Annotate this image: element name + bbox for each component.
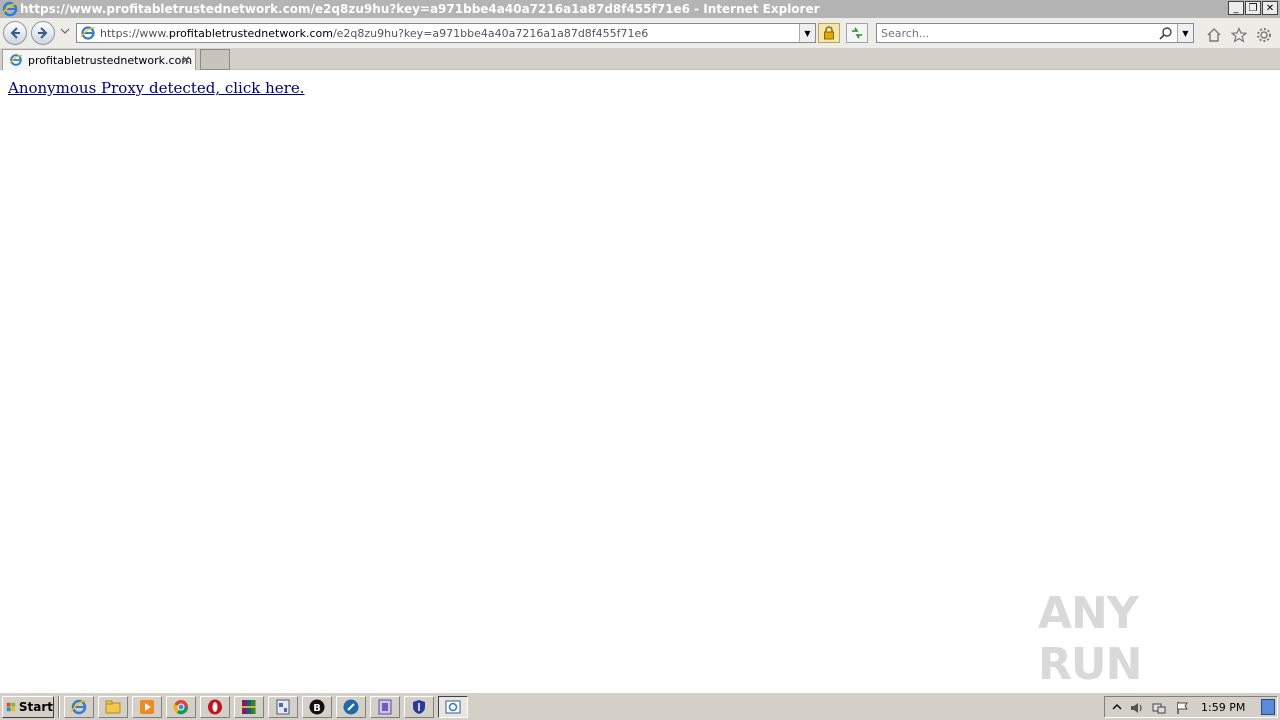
internet-explorer-tab-icon xyxy=(9,54,23,66)
taskbar-ie-window[interactable] xyxy=(438,696,468,718)
proxy-detected-link[interactable]: Anonymous Proxy detected, click here. xyxy=(8,79,304,97)
app-doc-icon xyxy=(378,699,392,715)
address-dropdown-button[interactable]: ▼ xyxy=(799,24,815,42)
taskbar-app-shield[interactable] xyxy=(404,696,434,718)
taskbar-app-1[interactable] xyxy=(268,696,298,718)
action-center-flag-icon[interactable] xyxy=(1175,700,1191,716)
search-box[interactable]: ▼ xyxy=(876,23,1194,43)
settings-gear-icon[interactable] xyxy=(1256,27,1272,43)
search-input[interactable] xyxy=(881,26,1151,40)
security-lock-button[interactable] xyxy=(818,23,840,43)
anyrun-watermark: ANY RUN xyxy=(1038,588,1233,690)
windows-flag-icon xyxy=(6,702,16,712)
internet-explorer-icon xyxy=(2,1,18,17)
taskbar-app-doc[interactable] xyxy=(370,696,400,718)
address-url: https://www.profitabletrustednetwork.com… xyxy=(100,27,648,40)
close-button[interactable]: ✕ xyxy=(1262,1,1278,15)
search-dropdown-button[interactable]: ▼ xyxy=(1177,24,1193,42)
back-arrow-icon xyxy=(10,27,20,39)
show-desktop-button[interactable] xyxy=(1261,699,1275,715)
folder-icon xyxy=(105,700,121,714)
forward-button[interactable] xyxy=(31,21,55,45)
url-domain: profitabletrustednetwork.com xyxy=(168,26,333,40)
taskbar-media-player[interactable] xyxy=(132,696,162,718)
minimize-button[interactable]: _ xyxy=(1228,1,1244,15)
tab-profitabletrustednetwork[interactable]: profitabletrustednetwork.com ✕ xyxy=(2,49,196,70)
compatibility-refresh-button[interactable] xyxy=(846,23,868,43)
app-circle-icon xyxy=(343,699,359,715)
window-controls: _ ❐ ✕ xyxy=(1228,1,1278,15)
internet-explorer-icon xyxy=(70,699,88,715)
favorites-star-icon[interactable] xyxy=(1231,27,1247,43)
network-icon[interactable] xyxy=(1151,700,1167,716)
app-icon xyxy=(276,699,290,715)
clock[interactable]: 1:59 PM xyxy=(1201,701,1245,714)
taskbar-winrar[interactable] xyxy=(234,696,264,718)
url-prefix: https://www. xyxy=(100,26,169,40)
ie-window-icon xyxy=(445,700,461,714)
back-button[interactable] xyxy=(3,21,27,45)
history-dropdown-icon[interactable] xyxy=(60,26,70,36)
address-bar[interactable]: https://www.profitabletrustednetwork.com… xyxy=(76,23,816,43)
media-player-icon xyxy=(140,700,154,714)
chrome-icon xyxy=(173,700,189,715)
navigation-bar: https://www.profitabletrustednetwork.com… xyxy=(0,18,1280,48)
system-tray: 1:59 PM xyxy=(1104,696,1278,718)
taskbar-chrome[interactable] xyxy=(166,696,196,718)
new-tab-button[interactable] xyxy=(200,49,230,70)
svg-text:B: B xyxy=(313,703,321,714)
taskbar-opera[interactable] xyxy=(200,696,230,718)
lock-icon xyxy=(824,26,834,40)
watermark-text: ANY RUN xyxy=(1038,588,1142,690)
start-button[interactable]: Start xyxy=(2,696,54,718)
taskbar-app-circle[interactable] xyxy=(336,696,366,718)
winrar-icon xyxy=(242,700,256,714)
tab-bar: profitabletrustednetwork.com ✕ xyxy=(0,48,1280,70)
taskbar-explorer[interactable] xyxy=(98,696,128,718)
restore-button[interactable]: ❐ xyxy=(1245,1,1261,15)
tab-label: profitabletrustednetwork.com xyxy=(28,53,193,67)
taskbar: Start B 1:59 PM xyxy=(0,692,1280,720)
url-path: /e2q8zu9hu?key=a971bbe4a40a7216a1a87d8f4… xyxy=(332,26,649,40)
tab-close-icon[interactable]: ✕ xyxy=(181,54,191,66)
window-title: https://www.profitabletrustednetwork.com… xyxy=(20,2,820,16)
taskbar-internet-explorer[interactable] xyxy=(64,696,94,718)
home-icon[interactable] xyxy=(1206,27,1222,43)
opera-icon xyxy=(208,699,222,715)
taskbar-app-b[interactable]: B xyxy=(302,696,332,718)
b-icon: B xyxy=(309,699,325,715)
show-hidden-icons-icon[interactable] xyxy=(1109,700,1125,716)
internet-explorer-page-icon xyxy=(80,26,96,40)
start-label: Start xyxy=(18,700,53,714)
app-shield-icon xyxy=(413,700,425,714)
forward-arrow-icon xyxy=(38,27,48,39)
refresh-icon xyxy=(852,27,862,39)
search-icon[interactable] xyxy=(1159,26,1173,40)
volume-icon[interactable] xyxy=(1129,700,1145,716)
taskbar-separator xyxy=(58,696,60,718)
title-bar: https://www.profitabletrustednetwork.com… xyxy=(0,0,1280,18)
